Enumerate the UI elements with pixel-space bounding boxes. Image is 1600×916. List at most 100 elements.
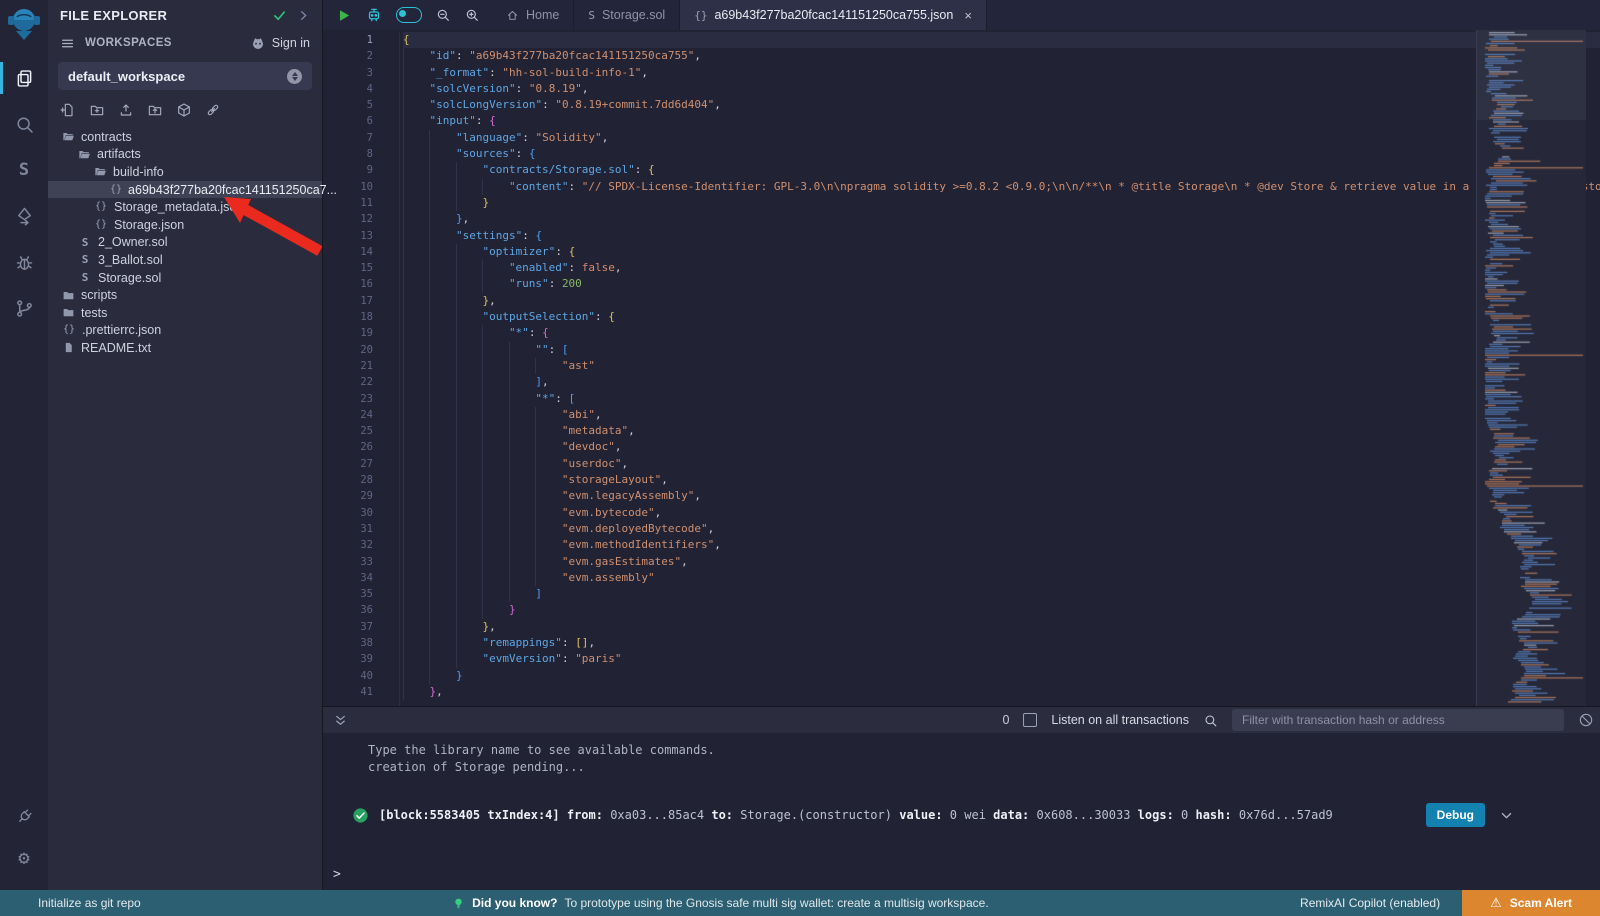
listen-all-checkbox[interactable]	[1023, 713, 1037, 727]
terminal-toolbar: 0 Listen on all transactions	[323, 706, 1600, 733]
scam-alert-button[interactable]: ⚠ Scam Alert	[1462, 890, 1600, 916]
tree-item-2-owner-sol[interactable]: S2_Owner.sol	[48, 234, 322, 252]
code-line-6: "input": {	[403, 113, 1600, 129]
editor-gutter: 1234567891011121314151617181920212223242…	[323, 32, 400, 706]
ai-copilot-icon[interactable]	[365, 6, 383, 24]
remix-ide-window: S ⚙ FILE EXPLORER WORKSPACES Sign in def…	[0, 0, 1600, 916]
code-editor[interactable]: 1234567891011121314151617181920212223242…	[323, 30, 1600, 706]
workspace-name: default_workspace	[68, 69, 287, 84]
git-init-button[interactable]: Initialize as git repo	[38, 896, 141, 910]
zoom-out-icon[interactable]	[435, 7, 451, 23]
tree-item-storage-metadata-json[interactable]: {}Storage_metadata.json	[48, 198, 322, 216]
code-line-15: "enabled": false,	[403, 260, 1600, 276]
editor-code[interactable]: {"id": "a69b43f277ba20fcac141151250ca755…	[400, 32, 1600, 706]
code-line-22: ],	[403, 374, 1600, 390]
github-signin-button[interactable]: Sign in	[250, 35, 310, 51]
sidebar-item-deploy-run[interactable]	[0, 196, 48, 236]
zoom-in-icon[interactable]	[464, 7, 480, 23]
tree-item-label: 3_Ballot.sol	[98, 253, 163, 267]
code-line-3: "_format": "hh-sol-build-info-1",	[403, 65, 1600, 81]
upload-file-icon[interactable]	[118, 102, 134, 118]
load-cube-icon[interactable]	[176, 102, 192, 118]
copilot-toggle[interactable]	[396, 7, 422, 23]
close-tab-icon[interactable]: ×	[964, 8, 972, 23]
json-braces-icon: {}	[694, 10, 707, 21]
tree-item-build-info[interactable]: build-info	[48, 163, 322, 181]
folder-open-icon	[78, 148, 91, 161]
terminal-prompt[interactable]: >	[333, 867, 341, 882]
tab-storage-sol[interactable]: SStorage.sol	[574, 0, 680, 30]
tree-item-storage-sol[interactable]: SStorage.sol	[48, 269, 322, 287]
search-icon	[14, 114, 35, 135]
tree-item-scripts[interactable]: scripts	[48, 286, 322, 304]
terminal-log: Type the library name to see available c…	[323, 733, 1600, 776]
tree-item-label: Storage.json	[114, 218, 184, 232]
code-line-24: "abi",	[403, 407, 1600, 423]
listen-all-label: Listen on all transactions	[1051, 713, 1189, 727]
link-icon[interactable]	[205, 102, 221, 118]
tab-home[interactable]: Home	[492, 0, 574, 30]
sidebar-item-plugin-manager[interactable]	[0, 796, 48, 836]
transaction-filter-input[interactable]	[1232, 709, 1564, 731]
clear-console-icon[interactable]	[1578, 712, 1594, 728]
expand-terminal-icon[interactable]	[333, 713, 348, 728]
debug-button[interactable]: Debug	[1426, 803, 1485, 827]
code-line-38: "remappings": [],	[403, 635, 1600, 651]
sidebar-item-solidity-compiler[interactable]: S	[0, 150, 48, 190]
tree-item-label: build-info	[113, 165, 164, 179]
gear-icon: ⚙	[15, 849, 34, 868]
upload-folder-icon[interactable]	[147, 102, 163, 118]
tree-item-tests[interactable]: tests	[48, 304, 322, 322]
file-explorer-panel: FILE EXPLORER WORKSPACES Sign in default…	[48, 0, 323, 890]
code-line-9: "contracts/Storage.sol": {	[403, 162, 1600, 178]
code-line-27: "userdoc",	[403, 456, 1600, 472]
code-line-8: "sources": {	[403, 146, 1600, 162]
branch-icon	[14, 298, 35, 319]
new-file-icon[interactable]	[60, 102, 76, 118]
bug-icon	[14, 252, 35, 273]
minimap[interactable]	[1476, 30, 1586, 706]
tree-item-readme-txt[interactable]: README.txt	[48, 339, 322, 357]
solidity-icon: S	[14, 160, 35, 181]
code-line-17: },	[403, 293, 1600, 309]
workspace-select[interactable]: default_workspace	[58, 62, 312, 90]
sidebar-item-settings[interactable]: ⚙	[0, 838, 48, 878]
remix-logo-icon[interactable]	[4, 4, 44, 48]
tab-a69b43f277ba20fcac141151250ca755-json[interactable]: {}a69b43f277ba20fcac141151250ca755.json×	[680, 0, 987, 30]
copilot-status[interactable]: RemixAI Copilot (enabled)	[1300, 896, 1440, 910]
warning-icon: ⚠	[1490, 896, 1502, 911]
code-line-26: "devdoc",	[403, 439, 1600, 455]
terminal-search-icon[interactable]	[1203, 713, 1218, 728]
tree-item-a69b43f277ba20fcac141151250ca7-[interactable]: {}a69b43f277ba20fcac141151250ca7...	[48, 181, 322, 199]
tree-item-label: scripts	[81, 288, 117, 302]
tree-item-3-ballot-sol[interactable]: S3_Ballot.sol	[48, 251, 322, 269]
code-line-32: "evm.methodIdentifiers",	[403, 537, 1600, 553]
chevron-down-icon[interactable]	[1499, 808, 1514, 823]
status-bar: Initialize as git repo Did you know? To …	[0, 890, 1600, 916]
tree-item-contracts[interactable]: contracts	[48, 128, 322, 146]
file-icon	[62, 341, 75, 354]
terminal[interactable]: Type the library name to see available c…	[323, 733, 1600, 890]
sidebar-item-search[interactable]	[0, 104, 48, 144]
chevron-right-icon[interactable]	[297, 9, 310, 22]
activity-bar-bottom: ⚙	[0, 796, 48, 878]
tree-item-artifacts[interactable]: artifacts	[48, 146, 322, 164]
tree-item-label: Storage.sol	[98, 271, 161, 285]
code-line-33: "evm.gasEstimates",	[403, 554, 1600, 570]
code-line-31: "evm.deployedBytecode",	[403, 521, 1600, 537]
sidebar-item-git[interactable]	[0, 288, 48, 328]
sidebar-item-debugger[interactable]	[0, 242, 48, 282]
run-script-button[interactable]	[335, 7, 352, 24]
editor-toolbar: HomeSStorage.sol{}a69b43f277ba20fcac1411…	[323, 0, 1600, 30]
sidebar-item-file-explorer[interactable]	[0, 58, 48, 98]
new-folder-icon[interactable]	[89, 102, 105, 118]
tree-item--prettierrc-json[interactable]: {}.prettierrc.json	[48, 322, 322, 340]
code-line-29: "evm.legacyAssembly",	[403, 488, 1600, 504]
main-area: HomeSStorage.sol{}a69b43f277ba20fcac1411…	[323, 0, 1600, 890]
tree-item-storage-json[interactable]: {}Storage.json	[48, 216, 322, 234]
menu-icon[interactable]	[60, 37, 75, 50]
code-line-14: "optimizer": {	[403, 244, 1600, 260]
tab-label: Storage.sol	[602, 8, 665, 22]
code-line-40: }	[403, 668, 1600, 684]
transaction-summary[interactable]: [block:5583405 txIndex:4] from: 0xa03...…	[379, 808, 1333, 822]
